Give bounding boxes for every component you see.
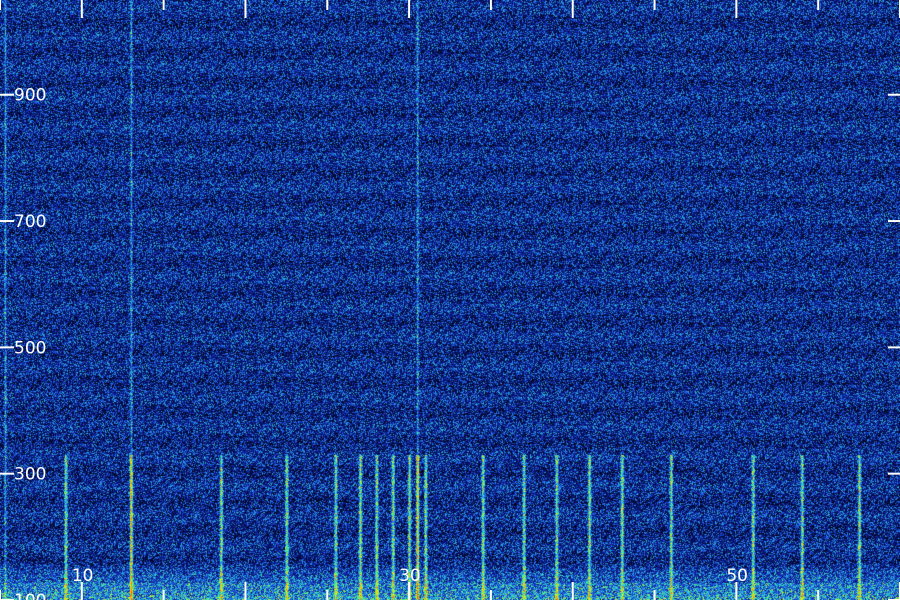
y-tick-label-300: 300: [14, 465, 46, 485]
y-tick-label-700: 700: [14, 212, 46, 232]
y-tick-label-900: 900: [14, 86, 46, 106]
tick-layer: 10 30 50 100 300 500 700 900: [0, 0, 900, 600]
y-tick-label-100: 100: [14, 591, 46, 600]
x-tick-label-10: 10: [72, 566, 94, 586]
y-tick-label-500: 500: [14, 338, 46, 358]
spectrogram-axes: 10 30 50 100 300 500 700 900: [0, 0, 900, 600]
x-tick-label-30: 30: [399, 566, 421, 586]
x-tick-label-50: 50: [726, 566, 748, 586]
